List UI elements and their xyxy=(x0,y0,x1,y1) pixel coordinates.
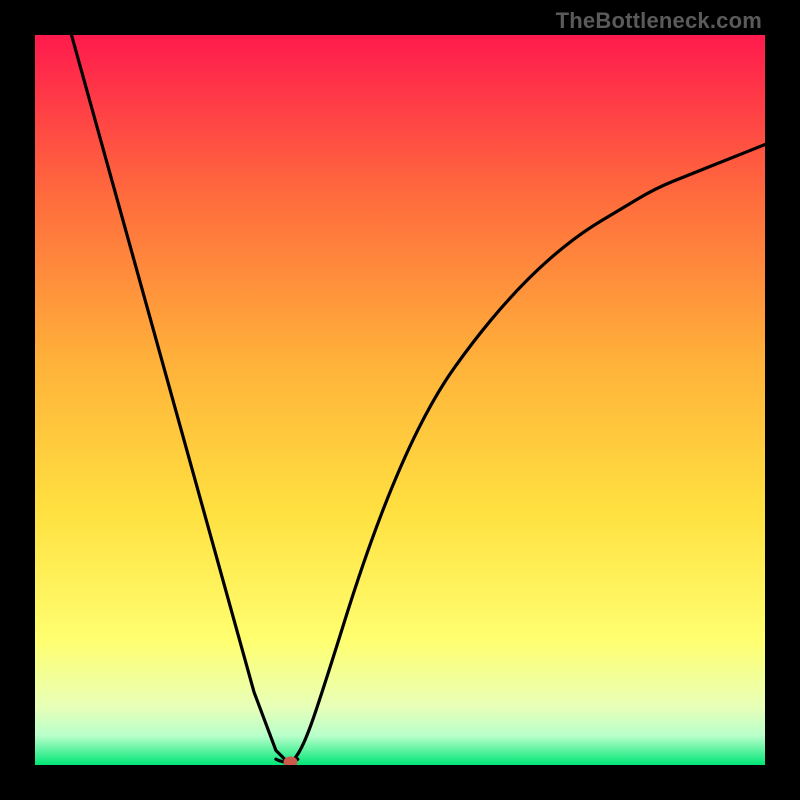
chart-frame: TheBottleneck.com xyxy=(0,0,800,800)
attribution-text: TheBottleneck.com xyxy=(556,8,762,34)
plot-area xyxy=(35,35,765,765)
curve-right-segment xyxy=(291,145,766,766)
curve-layer xyxy=(35,35,765,765)
curve-left-segment xyxy=(72,35,291,765)
